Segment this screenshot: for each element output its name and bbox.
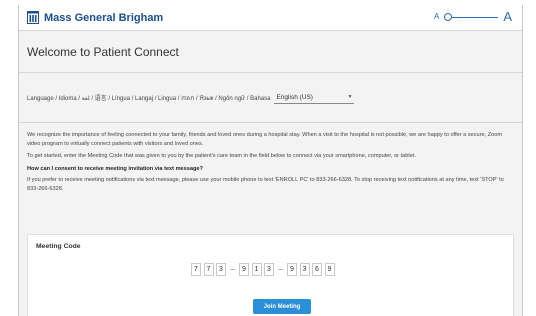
meeting-code-label: Meeting Code (36, 243, 81, 250)
font-size-small-label: A (433, 12, 440, 21)
page-title: Welcome to Patient Connect (27, 45, 179, 59)
code-digit[interactable]: 3 (264, 263, 274, 276)
code-separator: – (278, 266, 283, 273)
code-digit[interactable]: 7 (203, 263, 214, 276)
info-section: We recognize the importance of feeling c… (19, 123, 522, 194)
code-separator: – (230, 266, 235, 273)
code-digit[interactable]: 7 (191, 263, 201, 276)
instructions-paragraph: To get started, enter the Meeting Code t… (27, 153, 416, 160)
meeting-code-card: Meeting Code 7 7 3 – 9 1 3 – 9 3 6 9 Joi… (27, 234, 514, 316)
code-digit[interactable]: 3 (216, 263, 226, 276)
code-digit[interactable]: 9 (324, 263, 335, 276)
app-frame: Mass General Brigham A A Welcome to Pati… (18, 5, 523, 316)
top-bar: Mass General Brigham A A (19, 5, 522, 31)
code-digit[interactable]: 6 (312, 263, 322, 276)
code-digit[interactable]: 9 (239, 263, 249, 276)
code-digit[interactable]: 9 (287, 263, 297, 276)
chevron-down-icon: ▼ (347, 94, 353, 100)
code-digit[interactable]: 1 (251, 263, 262, 276)
font-size-large-label: A (503, 9, 512, 24)
consent-question: How can I consent to receive meeting inv… (27, 165, 203, 172)
font-size-control: A A (434, 9, 512, 24)
intro-paragraph: We recognize the importance of feeling c… (27, 132, 503, 147)
language-select[interactable]: English (US) ▼ (274, 92, 355, 104)
sms-paragraph: If you prefer to receive meeting notific… (27, 177, 504, 192)
font-size-slider-track (444, 16, 499, 18)
hospital-building-icon (27, 11, 39, 24)
brand-name[interactable]: Mass General Brigham (44, 12, 163, 24)
font-size-slider[interactable] (444, 12, 499, 22)
welcome-section: Welcome to Patient Connect (19, 31, 522, 73)
join-meeting-button[interactable]: Join Meeting (253, 299, 311, 314)
font-size-slider-knob[interactable] (444, 12, 453, 21)
meeting-code-input[interactable]: 7 7 3 – 9 1 3 – 9 3 6 9 (191, 263, 337, 276)
code-digit[interactable]: 3 (299, 263, 310, 276)
language-row: Language / Idioma / لغة / 语言 / Língua / … (19, 73, 522, 123)
language-selected-value: English (US) (276, 93, 313, 101)
language-label: Language / Idioma / لغة / 语言 / Língua / … (27, 95, 271, 102)
